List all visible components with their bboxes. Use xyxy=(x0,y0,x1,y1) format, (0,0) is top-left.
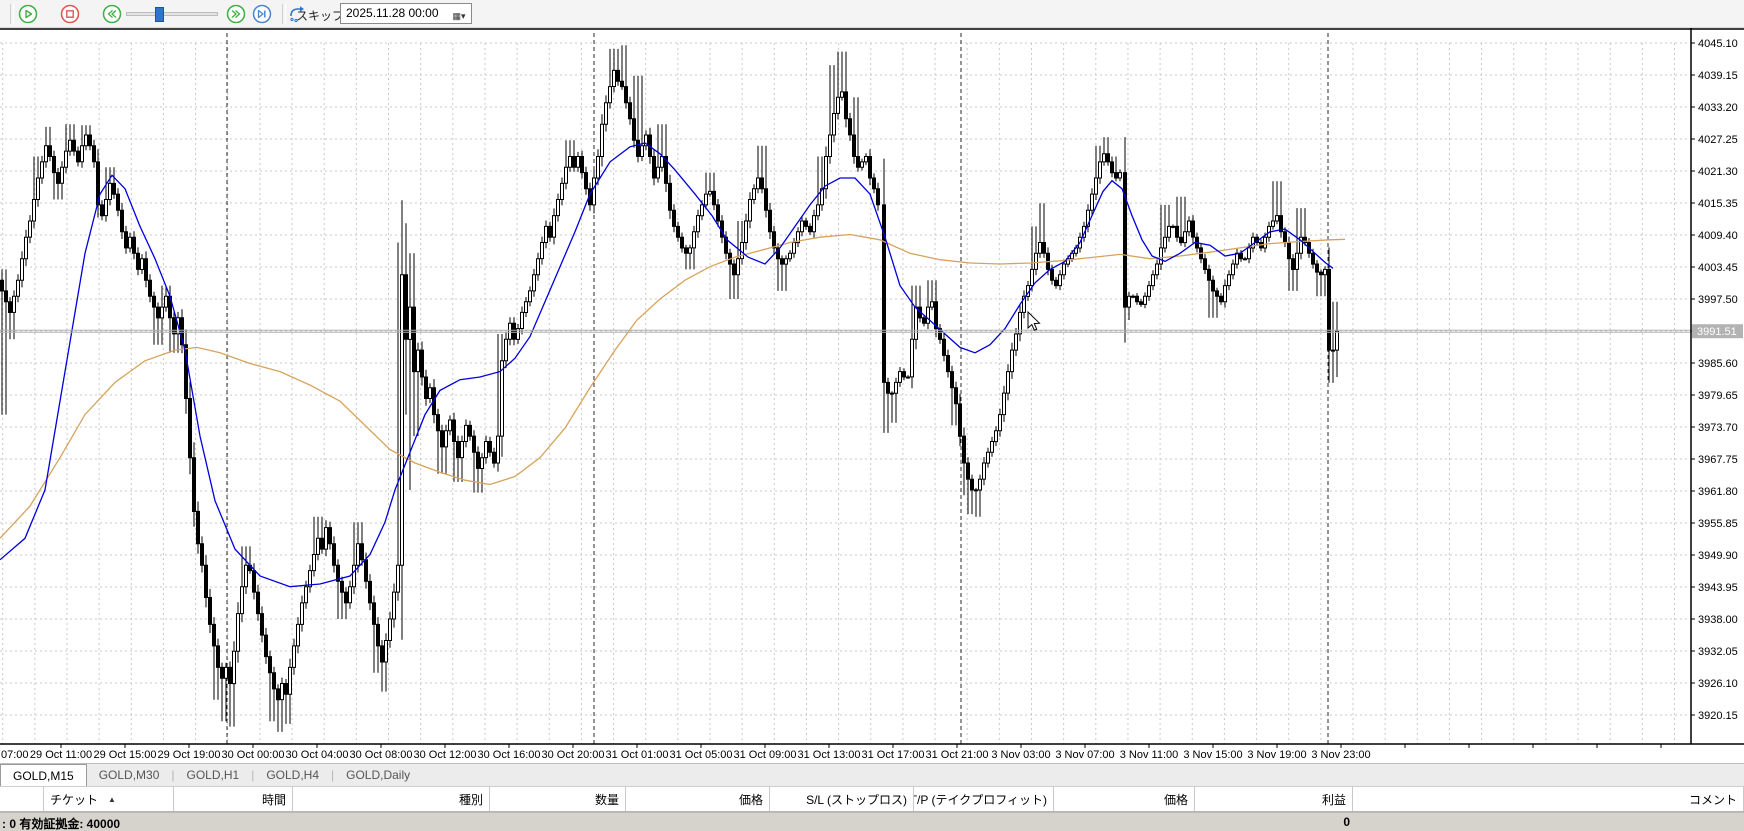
mt4-strategy-tester-window: スキップ 2025.11.28 00:00 ▦▾ 4045.104039.154… xyxy=(0,0,1744,831)
time-label: 29 Oct 15:00 xyxy=(94,749,157,761)
time-label: 31 Oct 13:00 xyxy=(798,749,861,761)
calendar-dropdown-icon[interactable]: ▦▾ xyxy=(450,9,468,23)
column-header-価格[interactable]: 価格 xyxy=(1054,787,1195,811)
column-label: 時間 xyxy=(262,791,286,808)
time-label: 31 Oct 17:00 xyxy=(862,749,925,761)
time-label: 30 Oct 12:00 xyxy=(414,749,477,761)
price-label: 3932.05 xyxy=(1698,646,1738,658)
time-label: 3 Nov 03:00 xyxy=(991,749,1050,761)
column-header-利益[interactable]: 利益 xyxy=(1195,787,1353,811)
status-bar: : 0 有効証拠金: 40000 0 xyxy=(0,812,1744,831)
column-header-価格[interactable]: 価格 xyxy=(626,787,770,811)
time-label: 30 Oct 08:00 xyxy=(350,749,413,761)
price-label: 3943.95 xyxy=(1698,582,1738,594)
time-label: 29 Oct 11:00 xyxy=(30,749,92,761)
grid-vertical xyxy=(3,43,1675,744)
price-label: 4027.25 xyxy=(1698,134,1738,146)
bearish-candles xyxy=(1,70,1331,699)
skip-date-field[interactable]: 2025.11.28 00:00 ▦▾ xyxy=(340,3,472,24)
price-label: 4045.10 xyxy=(1698,38,1738,50)
column-header-select[interactable] xyxy=(0,787,44,811)
skip-label: スキップ xyxy=(296,7,344,24)
candle-wicks xyxy=(2,45,1337,732)
price-label: 3961.80 xyxy=(1698,486,1738,498)
column-label: チケット xyxy=(50,791,98,808)
bid-price-text: 3991.51 xyxy=(1697,326,1737,338)
price-label: 3920.15 xyxy=(1698,710,1738,722)
column-label: 利益 xyxy=(1322,791,1346,808)
skip-to-end-button[interactable] xyxy=(252,4,272,24)
tab-gold-m15[interactable]: GOLD,M15 xyxy=(0,764,87,786)
chart-tabs: GOLD,M15GOLD,M30|GOLD,H1|GOLD,H4|GOLD,Da… xyxy=(0,763,1744,786)
trade-table-header: チケット ▲ 時間 種別 数量 価格 S/L (ストップロス) T/P (テイクプロフィット)… xyxy=(0,786,1744,812)
column-header-S/L (ストップロス)[interactable]: S/L (ストップロス) xyxy=(770,787,914,811)
time-label: 31 Oct 05:00 xyxy=(670,749,733,761)
tab-gold-h4[interactable]: GOLD,H4 xyxy=(254,764,331,786)
time-label: 30 Oct 00:00 xyxy=(222,749,285,761)
price-label: 3967.75 xyxy=(1698,454,1738,466)
sort-asc-icon: ▲ xyxy=(108,795,116,804)
column-label: T/P (テイクプロフィット) xyxy=(914,791,1047,808)
price-label: 3997.50 xyxy=(1698,294,1738,306)
time-label: 29 Oct 07:00 xyxy=(0,749,29,761)
chart-area: 4045.10 4039.15 4033.20 4027.25 4021.30 4015.… xyxy=(0,28,1744,763)
time-label: 3 Nov 07:00 xyxy=(1055,749,1114,761)
tab-gold-h1[interactable]: GOLD,H1 xyxy=(175,764,252,786)
column-label: 価格 xyxy=(739,791,763,808)
stop-button[interactable] xyxy=(60,4,80,24)
price-label: 3926.10 xyxy=(1698,678,1738,690)
price-label: 3938.00 xyxy=(1698,614,1738,626)
price-chart[interactable]: 4045.10 4039.15 4033.20 4027.25 4021.30 4015.… xyxy=(0,28,1744,763)
price-label: 3955.85 xyxy=(1698,518,1738,530)
speed-slider-handle[interactable] xyxy=(155,7,164,22)
price-label: 4009.40 xyxy=(1698,230,1738,242)
slow-ma-line xyxy=(0,235,1345,539)
column-label: 数量 xyxy=(595,791,619,808)
time-label: 29 Oct 19:00 xyxy=(158,749,221,761)
price-label: 4033.20 xyxy=(1698,102,1738,114)
mouse-cursor xyxy=(1028,312,1040,330)
column-label: コメント xyxy=(1689,791,1737,808)
price-label: 3979.65 xyxy=(1698,390,1738,402)
price-label: 4003.45 xyxy=(1698,262,1738,274)
column-header-チケット[interactable]: チケット ▲ xyxy=(44,787,174,811)
column-header-コメント[interactable]: コメント xyxy=(1353,787,1744,811)
status-equity: : 0 有効証拠金: 40000 xyxy=(2,815,120,831)
column-label: 価格 xyxy=(1164,791,1188,808)
speed-slider[interactable] xyxy=(126,12,218,16)
toolbar-separator xyxy=(10,4,14,24)
status-profit: 0 xyxy=(1290,815,1350,829)
column-header-T/P (テイクプロフィット)[interactable]: T/P (テイクプロフィット) xyxy=(914,787,1054,811)
time-label: 31 Oct 21:00 xyxy=(926,749,989,761)
tester-toolbar: スキップ 2025.11.28 00:00 ▦▾ xyxy=(0,0,1744,28)
tab-gold-m30[interactable]: GOLD,M30 xyxy=(87,764,172,786)
rewind-button[interactable] xyxy=(102,4,122,24)
skip-date-value: 2025.11.28 00:00 xyxy=(346,6,439,20)
time-label: 31 Oct 01:00 xyxy=(606,749,669,761)
skip-redo-icon[interactable] xyxy=(270,4,292,24)
time-label: 31 Oct 09:00 xyxy=(734,749,797,761)
column-label: 種別 xyxy=(459,791,483,808)
fast-forward-button[interactable] xyxy=(226,4,246,24)
time-label: 30 Oct 04:00 xyxy=(286,749,349,761)
column-header-種別[interactable]: 種別 xyxy=(293,787,490,811)
price-label: 4015.35 xyxy=(1698,198,1738,210)
price-label: 4021.30 xyxy=(1698,166,1738,178)
time-label: 3 Nov 11:00 xyxy=(1120,749,1179,761)
column-header-数量[interactable]: 数量 xyxy=(490,787,626,811)
play-button[interactable] xyxy=(18,4,38,24)
tab-gold-daily[interactable]: GOLD,Daily xyxy=(334,764,422,786)
grid-horizontal xyxy=(0,43,1691,715)
price-label: 3973.70 xyxy=(1698,422,1738,434)
price-label: 4039.15 xyxy=(1698,70,1738,82)
column-label: S/L (ストップロス) xyxy=(806,791,907,808)
price-label: 3985.60 xyxy=(1698,358,1738,370)
time-label: 3 Nov 15:00 xyxy=(1183,749,1242,761)
time-label: 30 Oct 20:00 xyxy=(542,749,605,761)
time-label: 3 Nov 23:00 xyxy=(1311,749,1370,761)
price-label: 3949.90 xyxy=(1698,550,1738,562)
column-header-時間[interactable]: 時間 xyxy=(174,787,293,811)
time-label: 30 Oct 16:00 xyxy=(478,749,541,761)
time-label: 3 Nov 19:00 xyxy=(1247,749,1306,761)
